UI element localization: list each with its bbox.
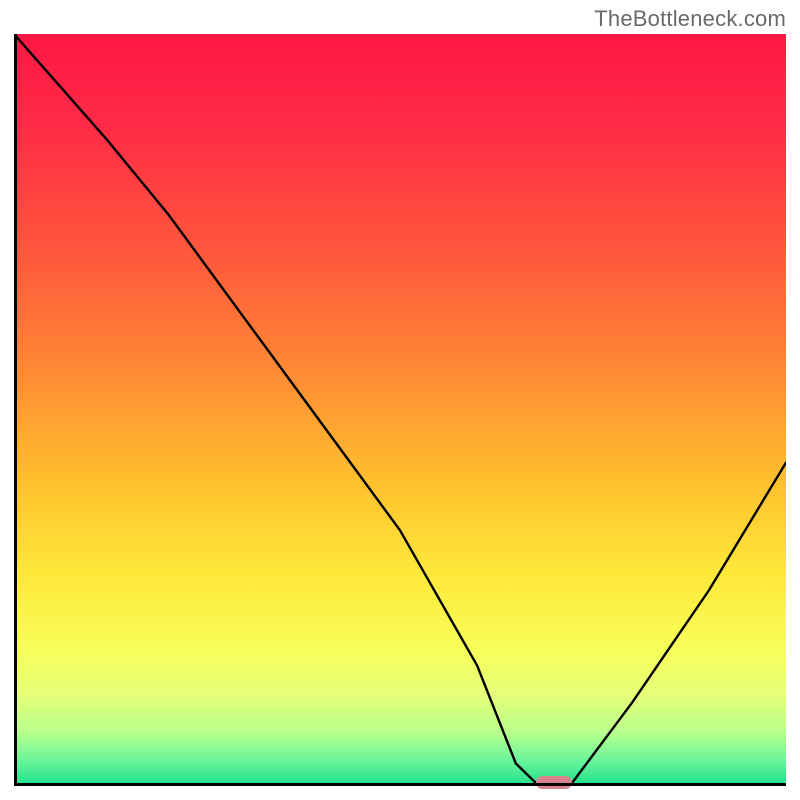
optimal-marker bbox=[536, 776, 572, 789]
chart-plot-area bbox=[14, 34, 786, 786]
chart-curve bbox=[14, 34, 786, 786]
watermark-text: TheBottleneck.com bbox=[594, 6, 786, 32]
